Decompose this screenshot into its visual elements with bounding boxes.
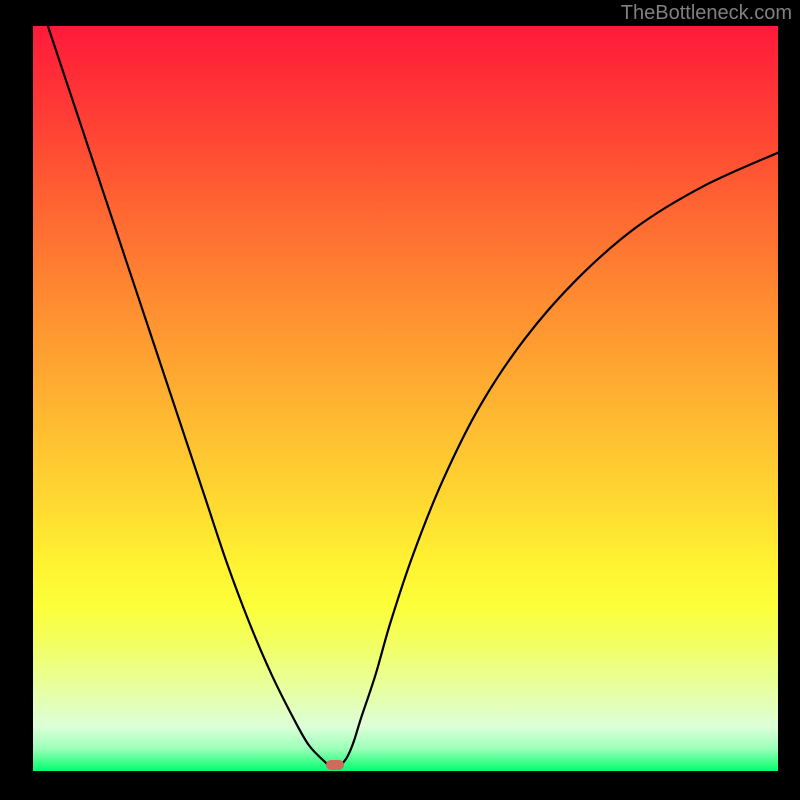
optimum-marker bbox=[326, 760, 344, 770]
chart-plot-area bbox=[33, 26, 778, 771]
bottleneck-curve bbox=[33, 26, 778, 771]
watermark-text: TheBottleneck.com bbox=[621, 2, 792, 25]
